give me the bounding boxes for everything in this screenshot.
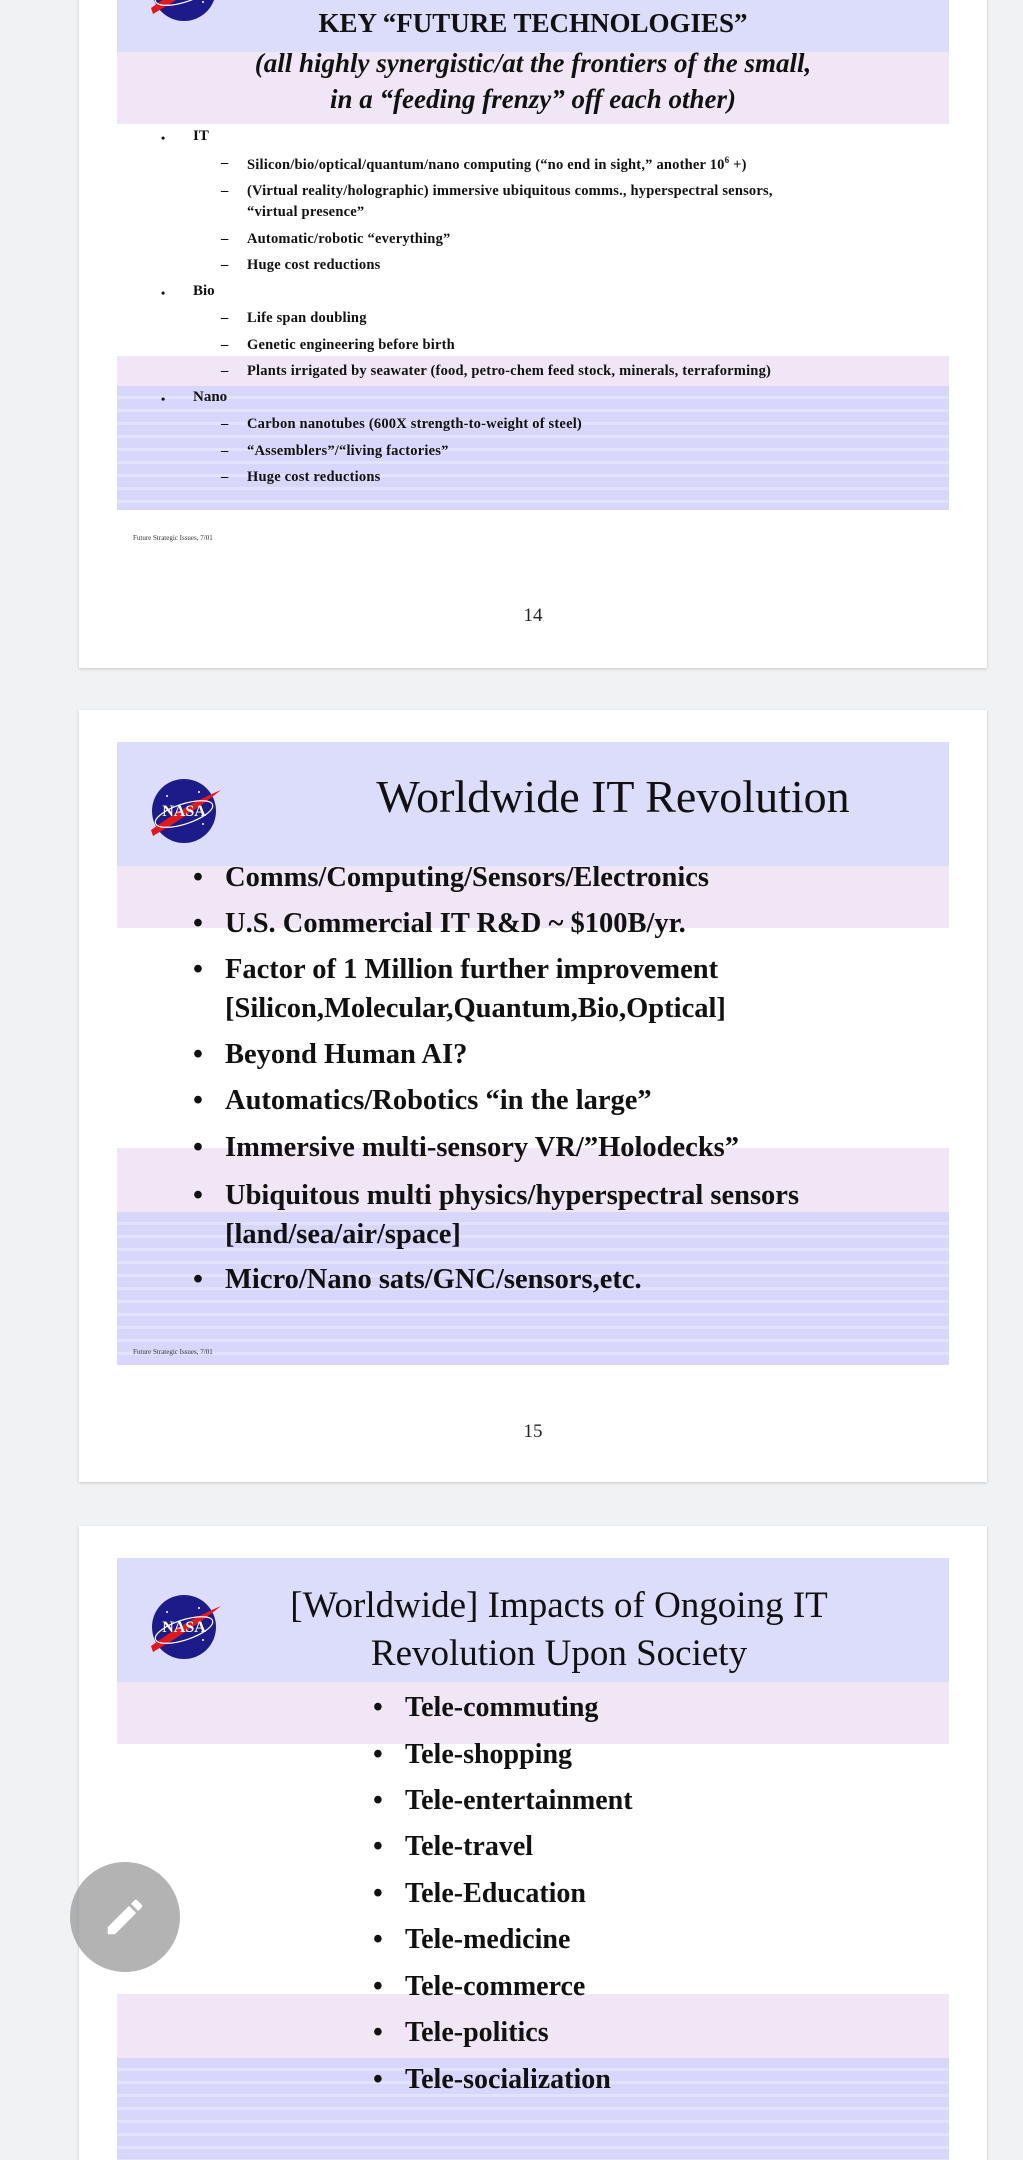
bullet-dot: •	[373, 2017, 383, 2048]
bullet-dot: •	[193, 908, 203, 939]
bullet-dot: •	[373, 1785, 383, 1816]
slide-title-line-2: Revolution Upon Society	[370, 1633, 748, 1674]
bullet-dot: •	[193, 954, 203, 985]
dash: –	[221, 416, 229, 432]
document-page-15: NASA Worldwide IT Revolution • Comms/Com…	[79, 710, 987, 1482]
dash: –	[221, 363, 229, 379]
slide-title: Worldwide IT Revolution	[376, 771, 850, 822]
list-item: Tele-politics	[405, 2017, 549, 2048]
document-page-14: NASA KEY “FUTURE TECHNOLOGIES” (all high…	[79, 0, 987, 668]
dash: –	[221, 155, 229, 171]
bullet-dot: •	[161, 131, 166, 145]
list-item: Automatics/Robotics “in the large”	[225, 1085, 652, 1116]
bullet-dot: •	[193, 1180, 203, 1211]
list-item: (Virtual reality/holographic) immersive …	[247, 183, 773, 199]
list-item: Factor of 1 Million further improvement	[225, 954, 719, 985]
bullet-dot: •	[373, 1739, 383, 1770]
list-item: Tele-commuting	[405, 1692, 599, 1723]
dash: –	[221, 469, 229, 485]
edit-fab-button[interactable]	[70, 1862, 180, 1972]
section-label-nano: Nano	[193, 389, 228, 405]
bullet-dot: •	[373, 1971, 383, 2002]
list-item: Huge cost reductions	[247, 469, 381, 485]
list-item: Beyond Human AI?	[225, 1039, 468, 1070]
slide-footer: Future Strategic Issues, 7/01	[133, 1348, 213, 1356]
list-item: Tele-socialization	[405, 2064, 611, 2095]
list-item: U.S. Commercial IT R&D ~ $100B/yr.	[225, 908, 686, 939]
slide-16: NASA [Worldwide] Impacts of Ongoing IT R…	[117, 1558, 949, 2160]
list-item: Automatic/robotic “everything”	[247, 231, 451, 247]
list-item: Tele-medicine	[405, 1924, 571, 1955]
list-item: Comms/Computing/Sensors/Electronics	[225, 862, 709, 893]
list-item: Silicon/bio/optical/quantum/nano computi…	[247, 155, 747, 173]
slide-15: NASA Worldwide IT Revolution • Comms/Com…	[117, 742, 949, 1365]
list-item: Huge cost reductions	[247, 257, 381, 273]
bullet-dot: •	[373, 1692, 383, 1723]
dash: –	[221, 443, 229, 459]
list-item: Life span doubling	[247, 310, 367, 326]
list-item: Micro/Nano sats/GNC/sensors,etc.	[225, 1264, 642, 1295]
dash: –	[221, 337, 229, 353]
dash: –	[221, 183, 229, 199]
bullet-dot: •	[193, 1039, 203, 1070]
list-item: Carbon nanotubes (600X strength-to-weigh…	[247, 416, 582, 432]
list-item: Tele-entertainment	[405, 1785, 633, 1816]
bullet-dot: •	[373, 1831, 383, 1862]
bullet-dot: •	[193, 1264, 203, 1295]
list-item-continuation: “virtual presence”	[247, 204, 365, 220]
list-item-continuation: [land/sea/air/space]	[225, 1219, 461, 1250]
bullet-dot: •	[193, 1132, 203, 1163]
bullet-dot: •	[161, 392, 166, 406]
list-item: Tele-shopping	[405, 1739, 573, 1770]
list-item: “Assemblers”/“living factories”	[247, 443, 449, 459]
list-item: Plants irrigated by seawater (food, petr…	[247, 363, 772, 379]
dash: –	[221, 310, 229, 326]
list-item: Tele-commerce	[405, 1971, 586, 2002]
page-number: 14	[523, 605, 543, 626]
dash: –	[221, 231, 229, 247]
slide-subtitle-line-1: (all highly synergistic/at the frontiers…	[254, 48, 812, 78]
bullet-dot: •	[373, 2064, 383, 2095]
list-item-continuation: [Silicon,Molecular,Quantum,Bio,Optical]	[225, 993, 726, 1024]
pencil-icon	[107, 1899, 143, 1935]
bullet-dot: •	[373, 1878, 383, 1909]
bullet-dot: •	[373, 1924, 383, 1955]
section-label-bio: Bio	[193, 283, 215, 299]
list-item: Tele-travel	[405, 1831, 534, 1862]
bullet-dot: •	[193, 1085, 203, 1116]
slide-14: NASA KEY “FUTURE TECHNOLOGIES” (all high…	[117, 0, 949, 550]
slide-title: KEY “FUTURE TECHNOLOGIES”	[318, 8, 748, 38]
slide-title-line-1: [Worldwide] Impacts of Ongoing IT	[290, 1585, 828, 1626]
list-item: Tele-Education	[405, 1878, 586, 1909]
page-number: 15	[523, 1421, 543, 1442]
list-item: Immersive multi-sensory VR/”Holodecks”	[225, 1132, 740, 1163]
bullet-dot: •	[161, 286, 166, 300]
document-page-16: NASA [Worldwide] Impacts of Ongoing IT R…	[79, 1526, 987, 2160]
dash: –	[221, 257, 229, 273]
list-item: Genetic engineering before birth	[247, 337, 455, 353]
bullet-dot: •	[193, 862, 203, 893]
list-item: Ubiquitous multi physics/hyperspectral s…	[225, 1180, 800, 1211]
slide-footer: Future Strategic Issues, 7/01	[133, 534, 213, 542]
section-label-it: IT	[193, 128, 209, 144]
slide-subtitle-line-2: in a “feeding frenzy” off each other)	[330, 84, 736, 114]
